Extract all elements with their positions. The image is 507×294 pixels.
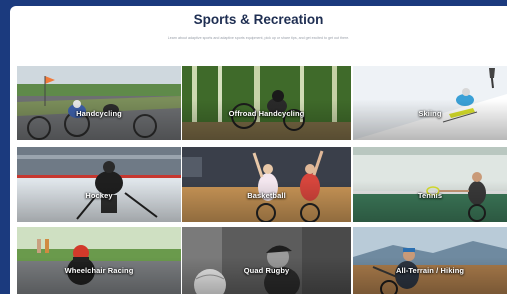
tile-basketball[interactable]: Basketball: [182, 147, 351, 222]
tile-all-terrain-hiking[interactable]: All-Terrain / Hiking: [353, 227, 507, 294]
page-title: Sports & Recreation: [193, 12, 324, 27]
tile-label: Offroad Handcycling: [228, 108, 305, 118]
tile-hockey[interactable]: Hockey: [17, 147, 181, 222]
tile-quad-rugby[interactable]: Quad Rugby: [182, 227, 351, 294]
tile-label: Basketball: [247, 190, 286, 200]
tile-skiing[interactable]: Skiing: [353, 66, 507, 140]
tile-wheelchair-racing[interactable]: Wheelchair Racing: [17, 227, 181, 294]
page-subtitle: Learn about adaptive sports and adaptive…: [167, 36, 350, 40]
tile-label: Tennis: [417, 190, 443, 200]
tile-offroad-handcycling[interactable]: Offroad Handcycling: [182, 66, 351, 140]
tile-label: Hockey: [85, 190, 113, 200]
sports-recreation-panel: Sports & Recreation Learn about adaptive…: [10, 6, 507, 294]
tile-label: Quad Rugby: [243, 265, 290, 275]
tile-handcycling[interactable]: Handcycling: [17, 66, 181, 140]
tile-label: Handcycling: [76, 108, 122, 118]
tile-label: Skiing: [418, 108, 442, 118]
tile-label: All-Terrain / Hiking: [395, 265, 465, 275]
tile-tennis[interactable]: Tennis: [353, 147, 507, 222]
tile-label: Wheelchair Racing: [64, 265, 134, 275]
